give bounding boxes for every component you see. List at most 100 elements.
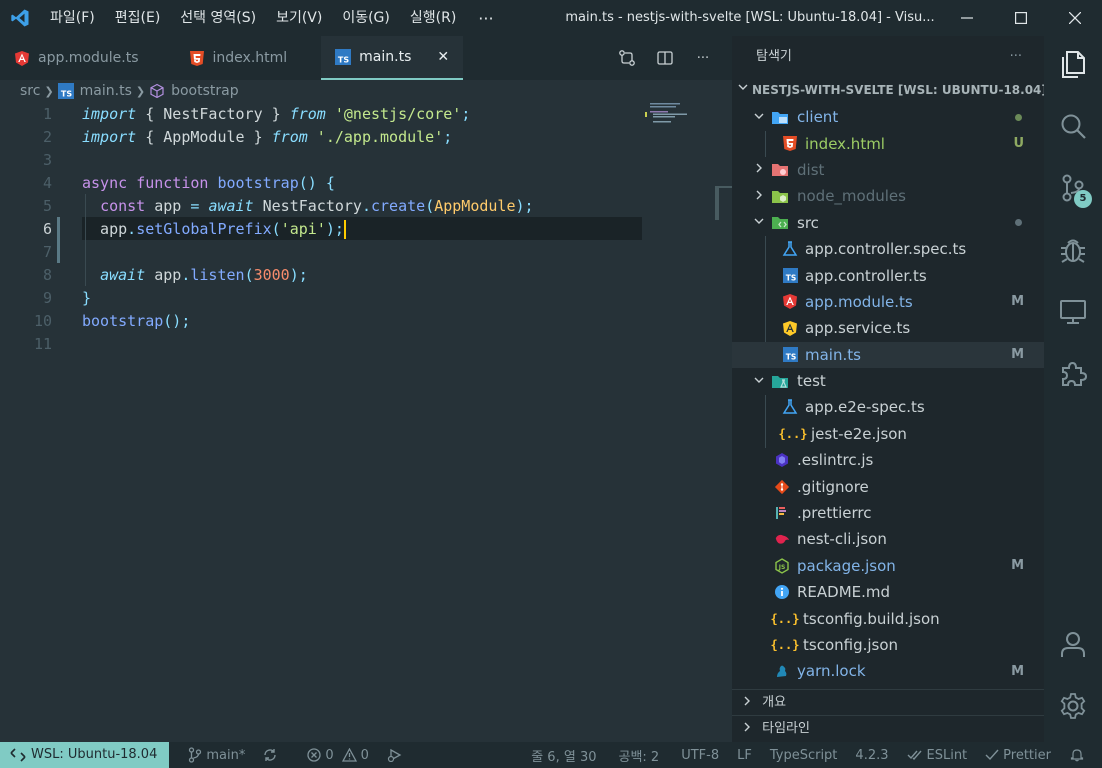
tree-item-node-modules[interactable]: node_modules — [732, 183, 1044, 209]
tree-item-main-ts[interactable]: TS main.ts M — [732, 341, 1044, 368]
tree-item-label: .eslintrc.js — [797, 451, 874, 470]
encoding[interactable]: UTF-8 — [672, 742, 728, 768]
activity-remote-explorer[interactable] — [1044, 284, 1102, 340]
code-line[interactable]: 9} — [0, 287, 732, 310]
breadcrumb-symbol[interactable]: bootstrap — [171, 83, 239, 99]
code-line[interactable]: 4 async function bootstrap() { — [0, 172, 732, 195]
tree-item-gitignore[interactable]: .gitignore — [732, 473, 1044, 499]
activity-accounts[interactable] — [1044, 616, 1102, 672]
code-token: @nestjs/core — [343, 105, 453, 123]
code-token: { AppModule } — [136, 128, 272, 146]
code-token: async — [82, 174, 128, 192]
activity-search[interactable] — [1044, 98, 1102, 154]
tree-item-app-controller-spec-ts[interactable]: app.controller.spec.ts — [732, 236, 1044, 262]
warning-icon — [341, 748, 357, 762]
code-line[interactable]: 10 bootstrap(); — [0, 310, 732, 333]
sync-button[interactable] — [254, 742, 290, 768]
split-editor-button[interactable] — [646, 36, 684, 80]
close-tab-icon[interactable]: ✕ — [437, 49, 449, 65]
notifications-button[interactable] — [1060, 742, 1102, 768]
cursor-position[interactable]: 줄 6, 열 30 — [522, 742, 605, 768]
tree-item-jest-e2e-json[interactable]: {..} jest-e2e.json — [732, 421, 1044, 447]
error-count: 0 — [325, 747, 334, 763]
prettier-status[interactable]: Prettier — [976, 742, 1060, 768]
code-text: bootstrap(); — [82, 310, 190, 333]
tree-item-app-controller-ts[interactable]: TS app.controller.ts — [732, 262, 1044, 288]
breadcrumb-folder[interactable]: src — [20, 83, 40, 99]
minimap[interactable] — [645, 102, 715, 126]
code-line[interactable]: 2 import { AppModule } from './app.module… — [0, 126, 732, 149]
code-token: ); — [515, 197, 534, 215]
maximize-button[interactable] — [994, 0, 1048, 36]
indentation[interactable]: 공백: 2 — [609, 742, 668, 768]
ts-version[interactable]: 4.2.3 — [846, 742, 897, 768]
menu-view[interactable]: 보기(V) — [266, 0, 332, 36]
tree-item-tsconfig-build-json[interactable]: {..} tsconfig.build.json — [732, 605, 1044, 631]
tab-app-module[interactable]: app.module.ts — [0, 36, 153, 80]
menu-run[interactable]: 실행(R) — [400, 0, 466, 36]
svg-text:TS: TS — [61, 90, 72, 99]
code-line[interactable]: 3 — [0, 149, 732, 172]
code-line[interactable]: 1 import { NestFactory } from '@nestjs/co… — [0, 103, 732, 126]
tree-item-src[interactable]: src — [732, 210, 1044, 236]
close-window-button[interactable] — [1048, 0, 1102, 36]
code-line[interactable]: 8 await app.listen(3000); — [0, 264, 732, 287]
editor-more-button[interactable]: ··· — [684, 36, 722, 80]
code-line[interactable]: 7 — [0, 241, 732, 264]
section-timeline[interactable]: 타임라인 — [732, 715, 1044, 741]
tree-item-app-e2e-spec-ts[interactable]: app.e2e-spec.ts — [732, 394, 1044, 420]
activity-run-debug[interactable] — [1044, 222, 1102, 278]
branch-indicator[interactable]: main* — [179, 742, 254, 768]
tree-item-app-service-ts[interactable]: app.service.ts — [732, 315, 1044, 341]
minimize-button[interactable] — [940, 0, 994, 36]
tree-item-package-json[interactable]: JS package.json M — [732, 553, 1044, 579]
breadcrumb-file[interactable]: main.ts — [80, 83, 132, 99]
tree-item-test[interactable]: test — [732, 368, 1044, 394]
tree-item-app-module-ts[interactable]: app.module.ts M — [732, 289, 1044, 315]
menu-selection[interactable]: 선택 영역(S) — [170, 0, 266, 36]
code-editor[interactable]: 1 import { NestFactory } from '@nestjs/co… — [0, 102, 732, 742]
chevron-right-icon: ❯ — [44, 84, 54, 98]
tree-item-dist[interactable]: dist — [732, 157, 1044, 183]
section-outline[interactable]: 개요 — [732, 689, 1044, 715]
menu-go[interactable]: 이동(G) — [332, 0, 400, 36]
menu-edit[interactable]: 편집(E) — [105, 0, 171, 36]
code-token: NestFactory — [253, 197, 362, 215]
git-branch-icon — [189, 747, 202, 763]
language-mode[interactable]: TypeScript — [761, 742, 847, 768]
project-root[interactable]: NESTJS-WITH-SVELTE [WSL: UBUNTU-18.04] — [732, 76, 1047, 104]
run-debug-status[interactable] — [378, 742, 416, 768]
activity-settings[interactable] — [1044, 678, 1102, 734]
activity-extensions[interactable] — [1044, 346, 1102, 402]
activity-explorer[interactable] — [1044, 36, 1102, 92]
tree-item-readme-md[interactable]: README.md — [732, 579, 1044, 605]
tab-index-html[interactable]: index.html — [153, 36, 302, 80]
menu-more-button[interactable]: ··· — [466, 9, 505, 28]
tree-item-prettierrc[interactable]: .prettierrc — [732, 500, 1044, 526]
code-token: import — [82, 105, 137, 123]
remote-indicator[interactable]: WSL: Ubuntu-18.04 — [0, 742, 170, 768]
code-line[interactable]: 11 — [0, 333, 732, 356]
code-line[interactable]: 6 app.setGlobalPrefix('api'); — [0, 218, 732, 241]
problems-indicator[interactable]: 0 0 — [298, 742, 378, 768]
tree-item-client[interactable]: client — [732, 104, 1044, 130]
code-line[interactable]: 5 const app = await NestFactory.create(A… — [0, 195, 732, 218]
vscode-logo-icon[interactable] — [0, 0, 40, 36]
tree-item-tsconfig-json[interactable]: {..} tsconfig.json — [732, 632, 1044, 658]
tree-item-eslintrc-js[interactable]: .eslintrc.js — [732, 447, 1044, 473]
tree-item-yarn-lock[interactable]: yarn.lock M — [732, 658, 1044, 684]
eslint-status[interactable]: ESLint — [898, 742, 977, 768]
eslint-label: ESLint — [926, 747, 968, 763]
explorer-more-button[interactable]: ··· — [1010, 36, 1022, 78]
menu-file[interactable]: 파일(F) — [40, 0, 105, 36]
tree-item-label: nest-cli.json — [797, 530, 887, 549]
tab-main-ts[interactable]: TS main.ts ✕ — [321, 36, 464, 80]
open-changes-button[interactable] — [608, 36, 646, 80]
scrollbar-thumb[interactable] — [715, 186, 719, 220]
git-status-badge: M — [1011, 294, 1024, 310]
activity-source-control[interactable]: 5 — [1044, 160, 1102, 216]
code-text: import { AppModule } from './app.module'… — [82, 126, 452, 149]
end-of-line[interactable]: LF — [728, 742, 761, 768]
tree-item-nest-cli-json[interactable]: nest-cli.json — [732, 526, 1044, 552]
tree-item-index-html[interactable]: index.html U — [732, 130, 1044, 156]
